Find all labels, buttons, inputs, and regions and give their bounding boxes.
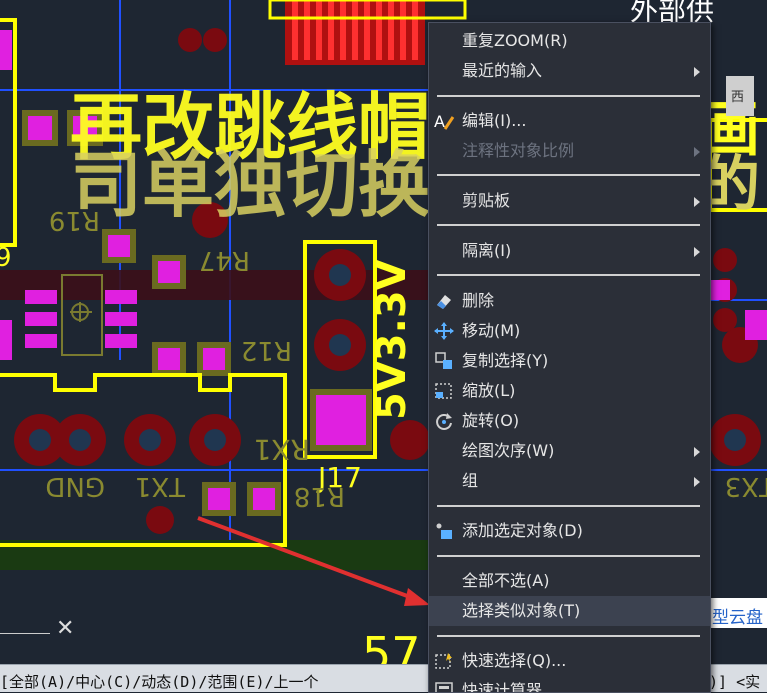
menu-item-label: 移动(M) [462,321,521,340]
label-gnd: GND [45,471,105,501]
menu-item-rotate[interactable]: 旋转(O) [429,406,710,436]
menu-item-scale[interactable]: 缩放(L) [429,376,710,406]
submenu-arrow-icon [694,447,700,457]
menu-item-annotative-scale: 注释性对象比例 [429,136,710,166]
menu-item-label: 绘图次序(W) [462,441,555,460]
menu-item-add-selected[interactable]: 添加选定对象(D) [429,516,710,546]
menu-separator [437,95,700,97]
submenu-arrow-icon [694,67,700,77]
quick-select-icon [433,651,455,671]
submenu-arrow-icon [694,147,700,157]
calculator-icon [433,681,455,692]
label-9: 9 [0,243,12,273]
submenu-arrow-icon [694,197,700,207]
menu-item-label: 复制选择(Y) [462,351,549,370]
menu-separator [437,635,700,637]
menu-item-label: 添加选定对象(D) [462,521,583,540]
label-tx1: TX1 [135,471,186,501]
label-tx3: TX3 [725,471,767,501]
menu-item-repeat-zoom[interactable]: 重复ZOOM(R) [429,26,710,56]
label-r19: R19 [49,205,100,235]
menu-item-isolate[interactable]: 隔离(I) [429,236,710,266]
close-icon[interactable]: ✕ [56,616,74,641]
menu-item-label: 组 [462,471,479,490]
command-line-right-text: )] <实 [709,673,761,691]
viewcube[interactable]: 西 [726,76,754,116]
menu-item-select-similar[interactable]: 选择类似对象(T) [429,596,710,626]
menu-item-edit[interactable]: A 编辑(I)... [429,106,710,136]
text-edit-icon: A [433,111,455,131]
menu-item-label: 缩放(L) [462,381,516,400]
menu-item-label: 选择类似对象(T) [462,601,581,620]
command-line[interactable]: [全部(A)/中心(C)/动态(D)/范围(E)/上一个 [0,664,428,692]
command-line-text: [全部(A)/中心(C)/动态(D)/范围(E)/上一个 [0,673,319,691]
menu-item-clipboard[interactable]: 剪贴板 [429,186,710,216]
label-r12: R12 [241,335,292,365]
label-rx1: RX1 [254,433,310,466]
menu-separator [437,274,700,276]
menu-item-group[interactable]: 组 [429,466,710,496]
menu-item-move[interactable]: 移动(M) [429,316,710,346]
scale-icon [433,381,455,401]
menu-item-recent-input[interactable]: 最近的输入 [429,56,710,86]
menu-item-label: 快速选择(Q)... [462,651,567,670]
label-5v-3v3: 5V3.3V [369,259,415,420]
submenu-arrow-icon [694,477,700,487]
menu-item-label: 编辑(I)... [462,111,527,130]
menu-item-deselect-all[interactable]: 全部不选(A) [429,566,710,596]
svg-text:A: A [434,112,445,131]
menu-item-quick-calc[interactable]: 快速计算器 [429,676,710,693]
label-r47: R47 [199,245,250,275]
menu-item-label: 重复ZOOM(R) [462,31,568,50]
label-r18: R18 [294,481,345,511]
menu-item-quick-select[interactable]: 快速选择(Q)... [429,646,710,676]
context-menu: 重复ZOOM(R) 最近的输入 A 编辑(I)... 注释性对象比例 剪贴板 隔… [428,22,711,693]
menu-item-label: 隔离(I) [462,241,512,260]
menu-item-delete[interactable]: 删除 [429,286,710,316]
command-line-divider [0,633,50,634]
rotate-icon [433,411,455,431]
cloud-disk-badge[interactable]: 型云盘 [710,598,767,628]
menu-item-label: 最近的输入 [462,61,543,80]
cloud-disk-label: 型云盘 [712,608,763,628]
menu-separator [437,224,700,226]
menu-item-draw-order[interactable]: 绘图次序(W) [429,436,710,466]
menu-separator [437,555,700,557]
menu-item-label: 旋转(O) [462,411,520,430]
menu-item-copy-selection[interactable]: 复制选择(Y) [429,346,710,376]
menu-item-label: 快速计算器 [462,681,543,693]
menu-item-label: 注释性对象比例 [462,141,575,160]
copy-icon [433,351,455,371]
menu-item-label: 删除 [462,291,495,310]
viewcube-west-label: 西 [731,90,745,105]
move-icon [433,321,455,341]
add-selected-icon [433,521,455,541]
menu-separator [437,505,700,507]
menu-item-label: 剪贴板 [462,191,511,210]
annotation-line-2: 司单独切换 [70,143,430,227]
eraser-icon [433,291,455,311]
menu-separator [437,174,700,176]
submenu-arrow-icon [694,247,700,257]
menu-item-label: 全部不选(A) [462,571,550,590]
command-line-right: )] <实 [709,664,767,692]
